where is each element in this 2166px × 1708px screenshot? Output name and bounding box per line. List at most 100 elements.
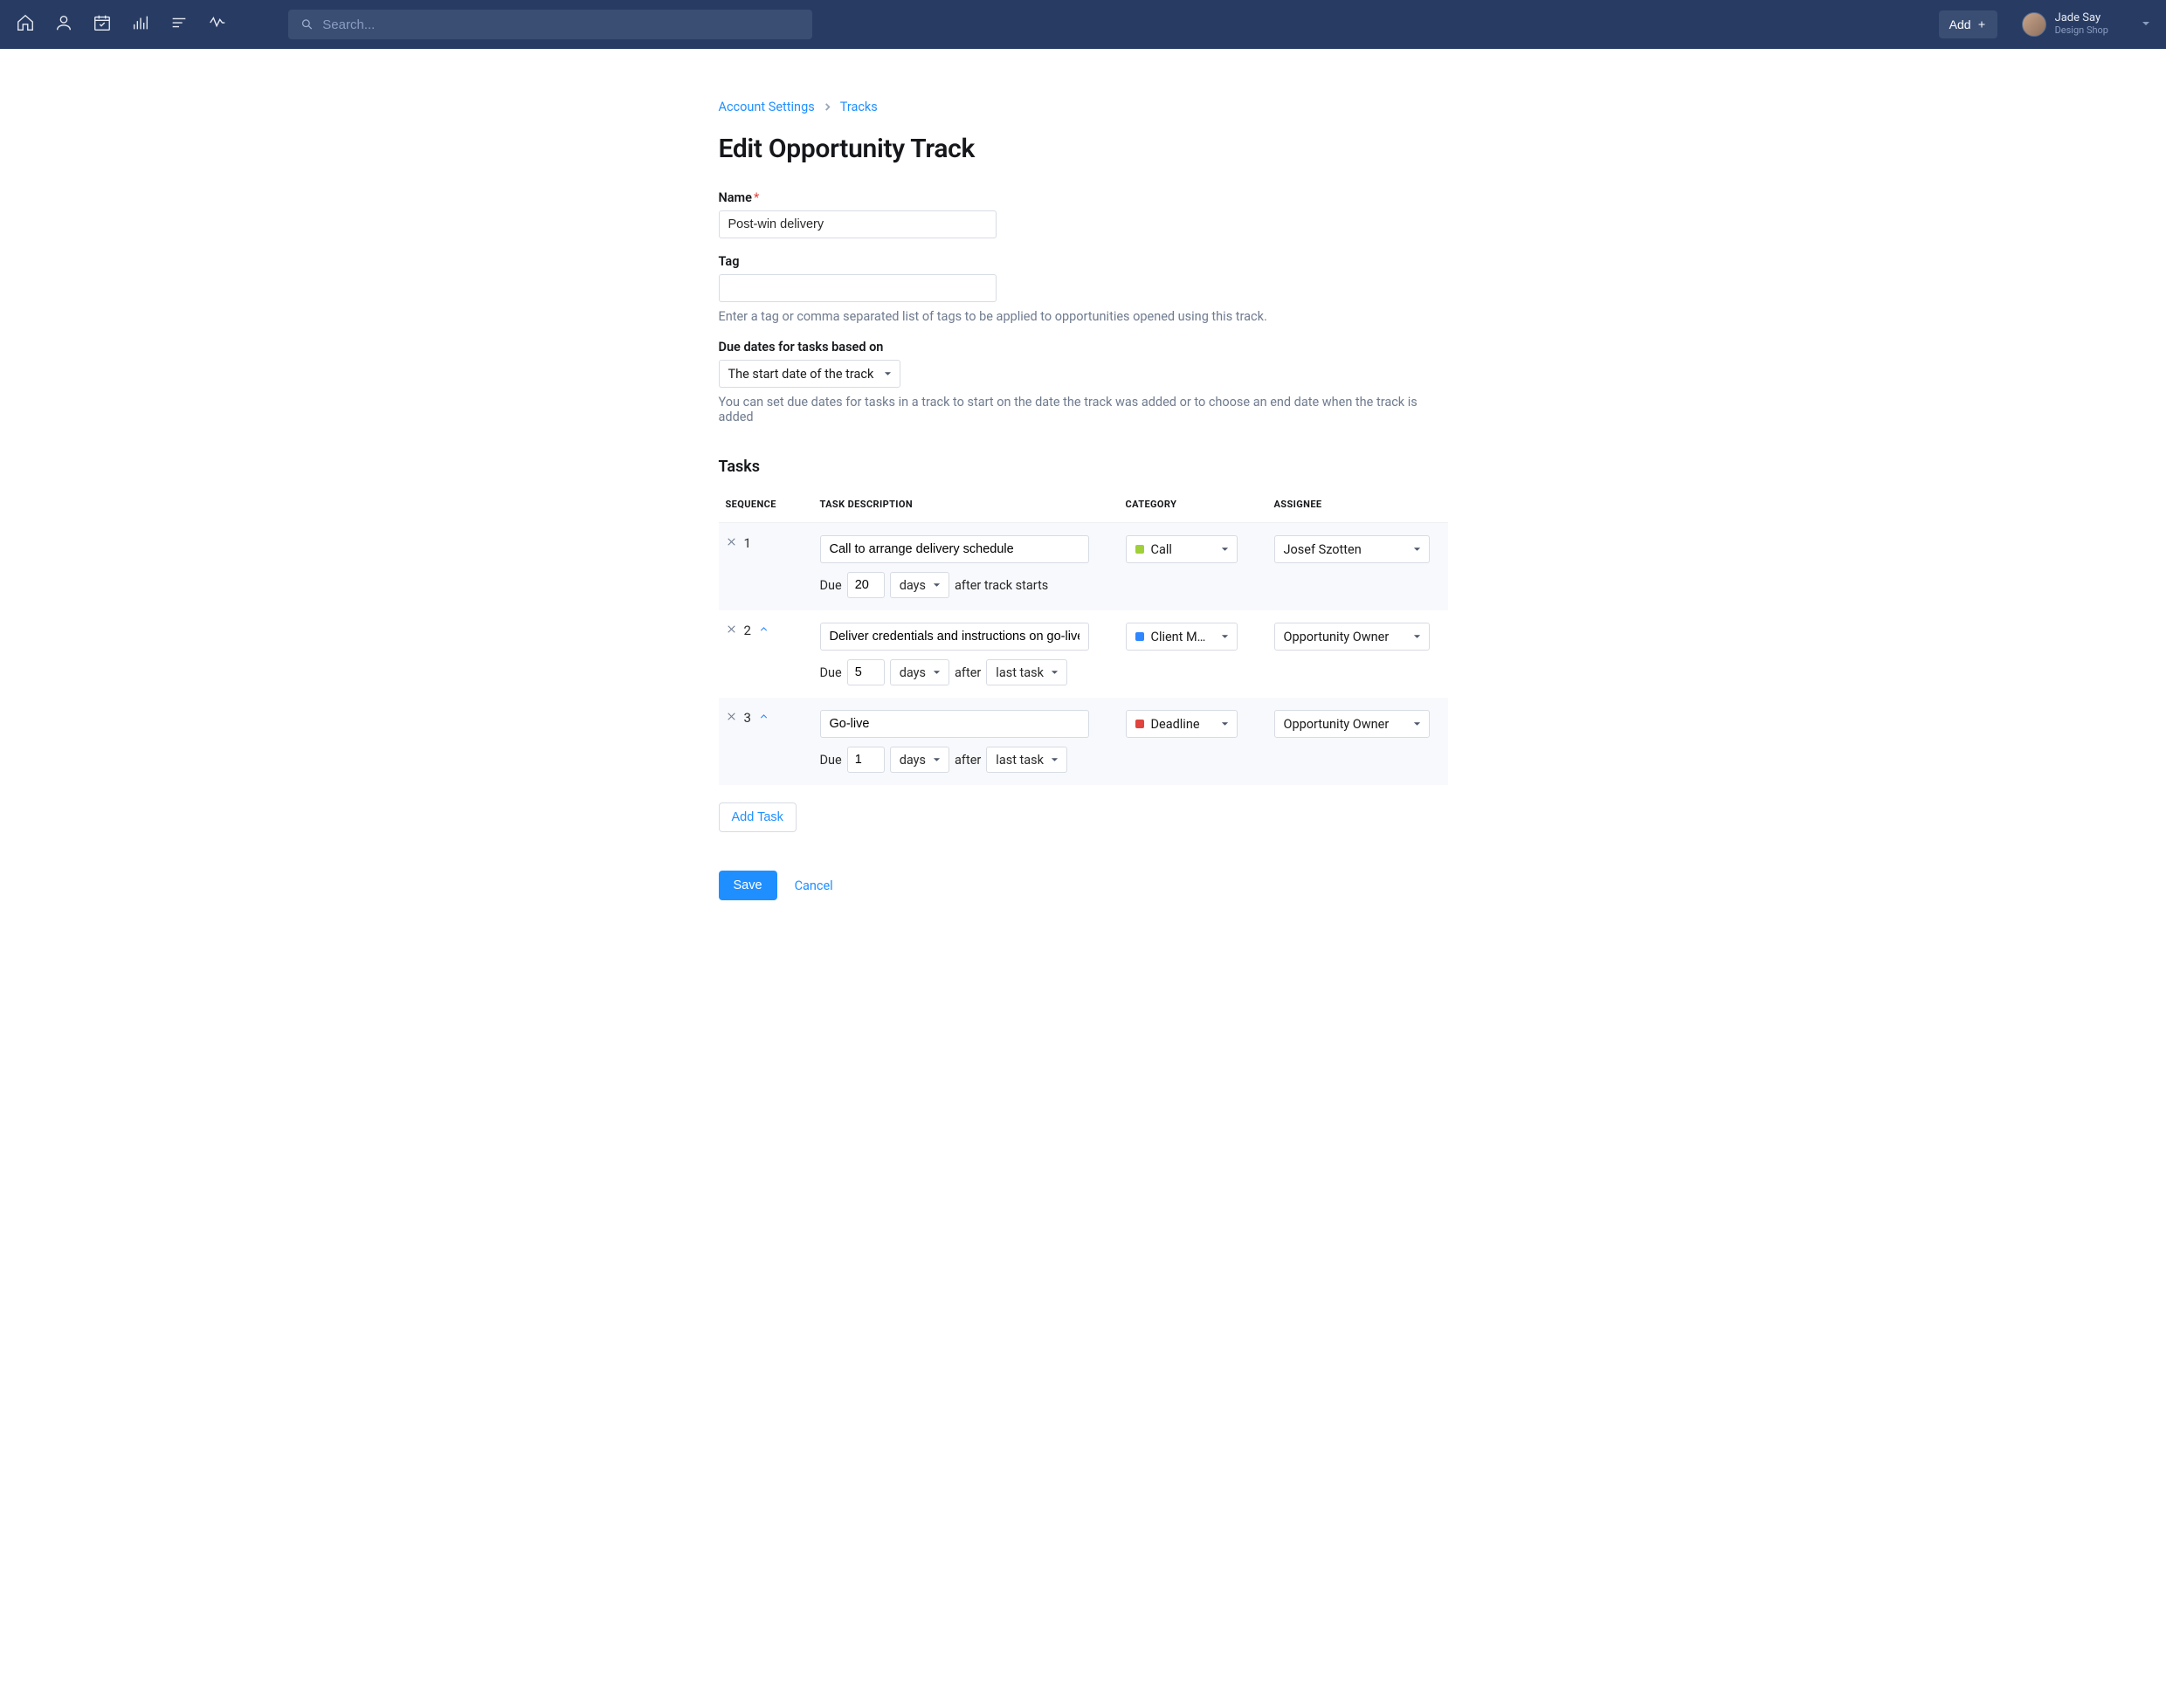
due-suffix: after track starts: [955, 578, 1048, 593]
category-label: Client M…: [1151, 630, 1206, 644]
task-category-col: Client M…: [1126, 623, 1274, 651]
task-seq-number: 3: [744, 710, 751, 726]
due-basis-help: You can set due dates for tasks in a tra…: [719, 395, 1448, 424]
due-unit-select[interactable]: days: [890, 572, 949, 598]
name-label: Name*: [719, 190, 1448, 205]
page-title: Edit Opportunity Track: [719, 134, 1448, 164]
chevron-down-icon: [933, 665, 941, 680]
user-name: Jade Say: [2055, 12, 2108, 25]
due-suffix: after: [955, 753, 981, 768]
assignee-select[interactable]: Josef Szotten: [1274, 535, 1430, 563]
chevron-down-icon: [1221, 630, 1229, 644]
due-value-input[interactable]: [847, 659, 885, 685]
col-sequence: SEQUENCE: [726, 499, 820, 510]
task-due-line: Duedaysafterlast task: [820, 659, 1126, 685]
assignee-label: Opportunity Owner: [1284, 717, 1390, 732]
due-basis-label: Due dates for tasks based on: [719, 340, 1448, 355]
chevron-down-icon: [1221, 542, 1229, 557]
due-unit-select[interactable]: days: [890, 747, 949, 773]
assignee-label: Opportunity Owner: [1284, 630, 1390, 644]
user-text: Jade Say Design Shop: [2055, 12, 2108, 37]
save-button[interactable]: Save: [719, 871, 777, 900]
breadcrumb: Account Settings Tracks: [719, 100, 1448, 114]
chevron-down-icon: [1051, 753, 1059, 768]
category-color-swatch: [1135, 545, 1144, 554]
category-select[interactable]: Call: [1126, 535, 1238, 563]
due-basis-select[interactable]: The start date of the track: [719, 360, 901, 388]
chevron-down-icon: [1221, 717, 1229, 732]
due-label: Due: [820, 665, 842, 680]
add-task-button[interactable]: Add Task: [719, 802, 797, 832]
remove-task-icon[interactable]: [726, 535, 737, 551]
home-icon[interactable]: [16, 13, 35, 36]
task-row: 3 Due days after last task Deadline Opportunit…: [719, 698, 1448, 785]
task-description-col: Duedaysafterlast task: [820, 623, 1126, 685]
task-description-col: Due days after track starts: [820, 535, 1126, 598]
task-row: 2Duedaysafterlast taskClient M…Opportuni…: [719, 610, 1448, 698]
name-input[interactable]: [719, 210, 997, 238]
chevron-down-icon: [2117, 17, 2150, 31]
cancel-link[interactable]: Cancel: [795, 878, 833, 893]
col-category: CATEGORY: [1126, 499, 1274, 510]
user-subtitle: Design Shop: [2055, 25, 2108, 37]
person-icon[interactable]: [54, 13, 73, 36]
task-assignee-col: Josef Szotten: [1274, 535, 1431, 563]
task-due-line: Due days after last task: [820, 747, 1126, 773]
category-select[interactable]: Deadline: [1126, 710, 1238, 738]
due-value-input[interactable]: [847, 747, 885, 773]
chevron-down-icon: [1413, 542, 1421, 557]
chevron-down-icon: [884, 367, 892, 382]
user-menu[interactable]: Jade Say Design Shop: [2022, 12, 2150, 37]
tasks-header: SEQUENCE TASK DESCRIPTION CATEGORY ASSIG…: [719, 486, 1448, 523]
due-label: Due: [820, 753, 842, 768]
name-field: Name*: [719, 190, 1448, 238]
activity-icon[interactable]: [208, 13, 227, 36]
breadcrumb-account-settings[interactable]: Account Settings: [719, 100, 815, 114]
task-description-input[interactable]: [820, 710, 1089, 738]
search-field[interactable]: [288, 10, 812, 39]
search-icon: [300, 17, 314, 31]
task-description-input[interactable]: [820, 623, 1089, 651]
due-value-input[interactable]: [847, 572, 885, 598]
search-input[interactable]: [322, 17, 800, 32]
task-description-col: Due days after last task: [820, 710, 1126, 773]
assignee-label: Josef Szotten: [1284, 542, 1362, 557]
topbar: Add Jade Say Design Shop: [0, 0, 2166, 49]
category-label: Deadline: [1151, 717, 1200, 732]
breadcrumb-tracks[interactable]: Tracks: [840, 100, 878, 114]
assignee-select[interactable]: Opportunity Owner: [1274, 623, 1430, 651]
due-basis-field: Due dates for tasks based on The start d…: [719, 340, 1448, 424]
category-color-swatch: [1135, 720, 1144, 728]
nav-icons: [16, 13, 227, 36]
task-category-col: Call: [1126, 535, 1274, 563]
task-category-col: Deadline: [1126, 710, 1274, 738]
remove-task-icon[interactable]: [726, 710, 737, 726]
calendar-check-icon[interactable]: [93, 13, 112, 36]
task-due-line: Due days after track starts: [820, 572, 1126, 598]
due-ref-select[interactable]: last task: [986, 747, 1067, 773]
bars-icon[interactable]: [131, 13, 150, 36]
chevron-right-icon: [824, 100, 831, 114]
due-ref-select[interactable]: last task: [986, 659, 1067, 685]
form-actions: Save Cancel: [719, 871, 1448, 900]
category-select[interactable]: Client M…: [1126, 623, 1238, 651]
list-icon[interactable]: [169, 13, 189, 36]
move-up-icon[interactable]: [758, 623, 769, 638]
chevron-down-icon: [1051, 665, 1059, 680]
remove-task-icon[interactable]: [726, 623, 737, 638]
due-unit-select[interactable]: days: [890, 659, 949, 685]
assignee-select[interactable]: Opportunity Owner: [1274, 710, 1430, 738]
tag-field: Tag Enter a tag or comma separated list …: [719, 254, 1448, 324]
chevron-down-icon: [1413, 630, 1421, 644]
task-sequence: 2: [726, 623, 820, 638]
add-button[interactable]: Add: [1939, 10, 1997, 38]
chevron-down-icon: [933, 578, 941, 593]
task-seq-number: 2: [744, 623, 751, 638]
tag-input[interactable]: [719, 274, 997, 302]
move-up-icon[interactable]: [758, 710, 769, 726]
add-button-label: Add: [1949, 17, 1971, 31]
due-label: Due: [820, 578, 842, 593]
task-sequence: 1: [726, 535, 820, 551]
task-assignee-col: Opportunity Owner: [1274, 710, 1431, 738]
task-description-input[interactable]: [820, 535, 1089, 563]
